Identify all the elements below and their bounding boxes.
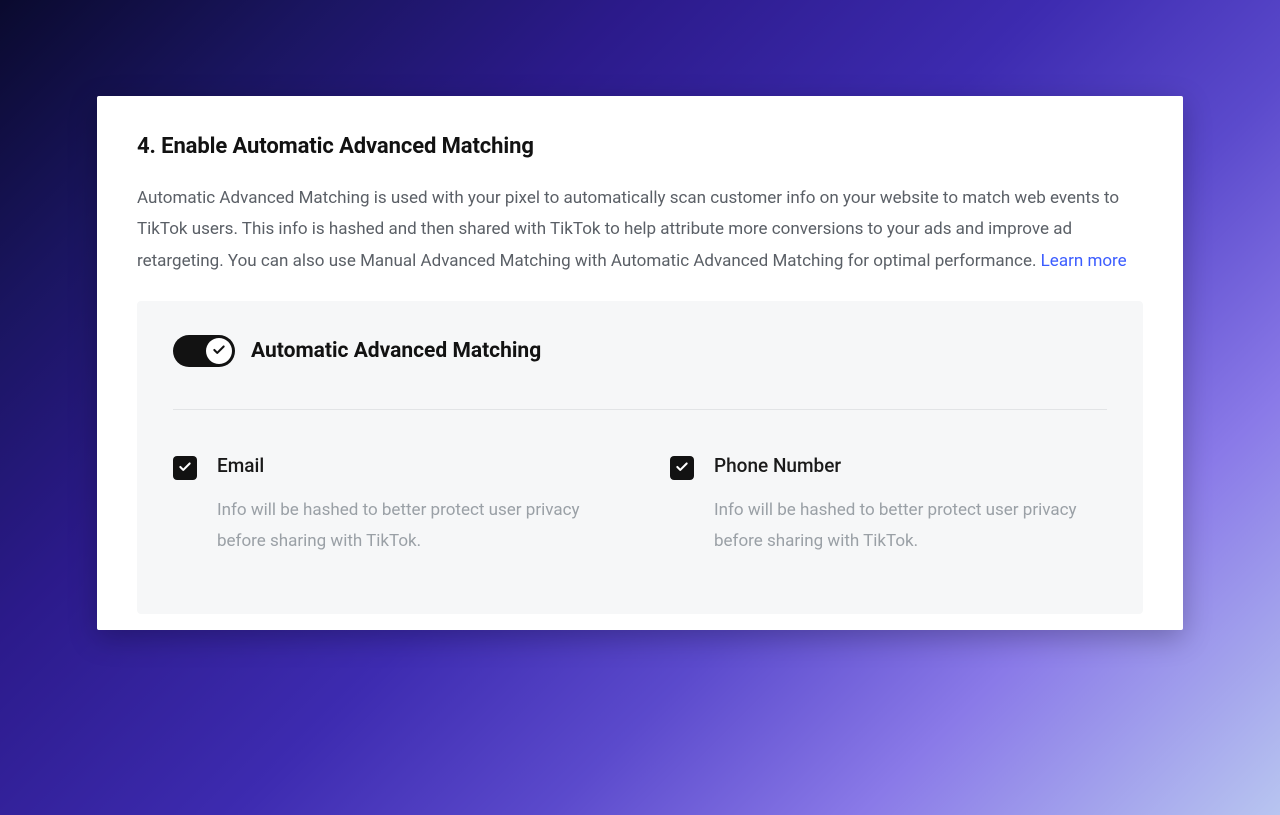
check-icon [212, 342, 226, 361]
option-description: Info will be hashed to better protect us… [217, 495, 610, 556]
section-description: Automatic Advanced Matching is used with… [137, 183, 1143, 277]
option-email: Email Info will be hashed to better prot… [173, 454, 610, 556]
settings-card: 4. Enable Automatic Advanced Matching Au… [97, 96, 1183, 630]
option-title: Phone Number [714, 454, 1107, 477]
options-row: Email Info will be hashed to better prot… [173, 454, 1107, 556]
learn-more-link[interactable]: Learn more [1041, 251, 1127, 271]
toggle-knob [206, 338, 232, 364]
section-title: 4. Enable Automatic Advanced Matching [137, 134, 1143, 159]
automatic-matching-toggle[interactable] [173, 335, 235, 367]
option-text: Phone Number Info will be hashed to bett… [714, 454, 1107, 556]
toggle-row: Automatic Advanced Matching [173, 335, 1107, 410]
option-text: Email Info will be hashed to better prot… [217, 454, 610, 556]
option-description: Info will be hashed to better protect us… [714, 495, 1107, 556]
toggle-label: Automatic Advanced Matching [251, 339, 541, 363]
check-icon [178, 459, 192, 478]
matching-panel: Automatic Advanced Matching Email Info w… [137, 301, 1143, 614]
option-phone: Phone Number Info will be hashed to bett… [670, 454, 1107, 556]
check-icon [675, 459, 689, 478]
option-title: Email [217, 454, 610, 477]
phone-checkbox[interactable] [670, 456, 694, 480]
email-checkbox[interactable] [173, 456, 197, 480]
description-text: Automatic Advanced Matching is used with… [137, 188, 1119, 271]
